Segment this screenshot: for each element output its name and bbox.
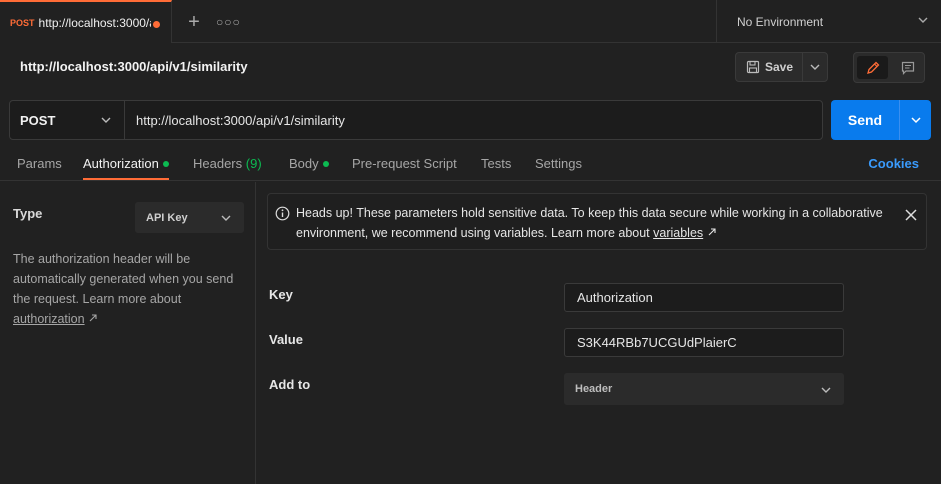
chevron-down-icon — [810, 64, 820, 70]
external-link-icon — [708, 228, 716, 236]
tab-body[interactable]: Body — [289, 156, 329, 171]
comment-icon — [901, 61, 914, 75]
method-value: POST — [20, 112, 56, 128]
method-select[interactable]: POST — [10, 101, 125, 139]
status-dot-icon — [322, 160, 329, 167]
authorization-link[interactable]: authorization — [13, 312, 85, 326]
tab-pre-request-script[interactable]: Pre-request Script — [352, 156, 457, 171]
variables-link[interactable]: variables — [653, 226, 703, 240]
tab-tests[interactable]: Tests — [481, 156, 511, 171]
value-input[interactable]: S3K44RBb7UCGUdPlaierC — [564, 328, 844, 357]
unsaved-dot-icon — [153, 21, 160, 28]
url-bar: POST http://localhost:3000/api/v1/simila… — [9, 100, 823, 140]
auth-type-value: API Key — [146, 211, 188, 224]
tab-authorization[interactable]: Authorization — [83, 156, 169, 171]
tab-authorization-label: Authorization — [83, 156, 159, 171]
request-header: http://localhost:3000/api/v1/similarity … — [0, 44, 941, 92]
key-label: Key — [269, 287, 293, 302]
request-tab[interactable]: POST http://localhost:3000/api/v1/simila… — [0, 0, 172, 43]
value-label: Value — [269, 332, 303, 347]
save-icon — [746, 60, 760, 74]
tab-headers[interactable]: Headers (9) — [193, 156, 262, 171]
chevron-down-icon — [918, 17, 928, 23]
close-icon[interactable] — [904, 208, 918, 222]
request-tabs: Params Authorization Headers (9) Body Pr… — [0, 148, 941, 181]
edit-mode-button[interactable] — [857, 56, 888, 79]
add-to-value: Header — [575, 383, 613, 395]
request-title[interactable]: http://localhost:3000/api/v1/similarity — [20, 59, 248, 74]
external-link-icon — [89, 314, 97, 322]
tab-settings[interactable]: Settings — [535, 156, 582, 171]
add-to-label: Add to — [269, 377, 311, 392]
sensitive-data-banner: Heads up! These parameters hold sensitiv… — [267, 193, 927, 250]
tab-title: http://localhost:3000/api/v1/similarity — [38, 15, 151, 30]
tab-method: POST — [10, 17, 35, 28]
save-button[interactable]: Save — [736, 53, 804, 81]
tab-bar: POST http://localhost:3000/api/v1/simila… — [0, 0, 941, 43]
key-input[interactable]: Authorization — [564, 283, 844, 312]
chevron-down-icon — [821, 387, 831, 393]
banner-message: Heads up! These parameters hold sensitiv… — [296, 206, 883, 240]
cookies-link[interactable]: Cookies — [868, 156, 919, 171]
auth-type-select[interactable]: API Key — [135, 202, 244, 233]
tab-body-label: Body — [289, 156, 319, 171]
send-button[interactable]: Send — [831, 100, 900, 140]
send-button-group: Send — [831, 100, 931, 140]
comment-mode-button[interactable] — [892, 56, 923, 79]
chevron-down-icon — [101, 117, 111, 123]
save-options-button[interactable] — [803, 53, 827, 81]
save-label: Save — [765, 60, 794, 74]
view-mode-toggle — [853, 52, 925, 83]
url-input[interactable]: http://localhost:3000/api/v1/similarity — [136, 101, 345, 139]
chevron-down-icon — [911, 117, 921, 124]
auth-type-pane: Type API Key The authorization header wi… — [0, 182, 256, 484]
banner-text: Heads up! These parameters hold sensitiv… — [296, 203, 906, 243]
environment-selector[interactable]: No Environment — [716, 0, 941, 43]
add-to-select[interactable]: Header — [564, 373, 844, 405]
info-icon — [275, 206, 290, 221]
auth-description-text: The authorization header will be automat… — [13, 252, 234, 306]
active-tab-indicator — [83, 178, 169, 180]
status-dot-icon — [162, 160, 169, 167]
send-options-button[interactable] — [901, 100, 931, 140]
auth-description: The authorization header will be automat… — [13, 249, 245, 329]
type-label: Type — [13, 206, 43, 221]
headers-count: (9) — [245, 156, 262, 171]
new-tab-plus-icon[interactable]: + — [182, 10, 206, 34]
environment-label: No Environment — [737, 14, 824, 29]
pencil-icon — [866, 61, 879, 74]
chevron-down-icon — [221, 215, 231, 221]
more-icon[interactable]: ○○○ — [216, 10, 240, 34]
tab-headers-label: Headers — [193, 156, 243, 171]
tab-params[interactable]: Params — [17, 156, 62, 171]
save-button-group: Save — [735, 52, 828, 82]
